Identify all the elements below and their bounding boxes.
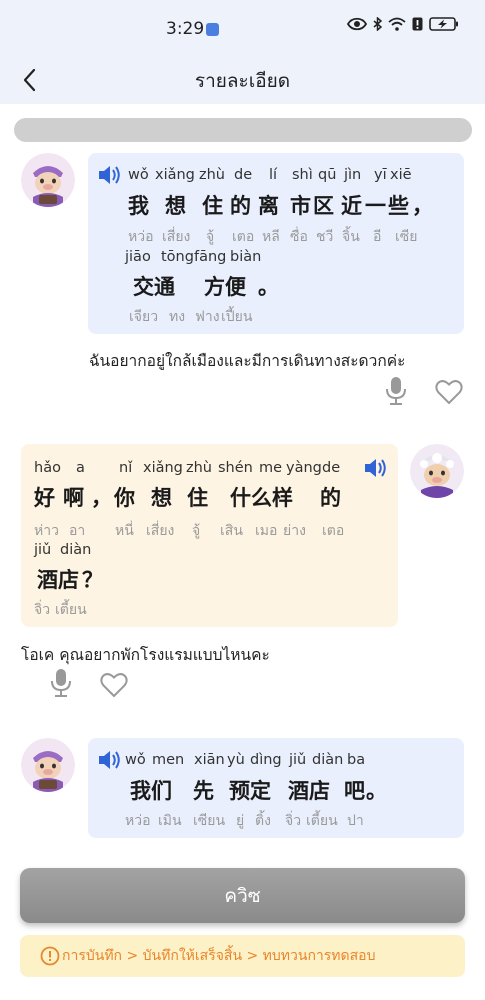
message-bubble-3: wǒ men xiān yù dìng jiǔ diàn ba 我们 先 预定 …	[88, 738, 464, 838]
microphone-icon	[51, 669, 71, 697]
avatar-bot	[21, 153, 75, 207]
heart-icon	[435, 380, 463, 405]
thai-token: ยู่	[236, 813, 245, 829]
thai-token: เซียน	[193, 813, 226, 829]
hint-bar: การบันทึก > บันทึกให้เสร็จสิ้น > ทบทวนกา…	[20, 935, 465, 977]
thai-token: จิ่ว	[34, 602, 51, 618]
page-title: รายละเอียด	[194, 70, 291, 92]
translation-text: โอเค คุณอยากพักโรงแรมแบบไหนคะ	[21, 646, 270, 664]
thai-token: จิ่ว	[285, 813, 302, 829]
thai-token: ทง	[169, 309, 186, 325]
thai-row: หว่อ เมิน เซียน ยู่ ติ้ง จิ่ว เตี้ยน ปา	[88, 738, 464, 838]
heart-icon	[100, 673, 128, 698]
hint-text: การบันทึก > บันทึกให้เสร็จสิ้น > ทบทวนกา…	[62, 948, 376, 964]
app-bar: รายละเอียด	[0, 58, 485, 104]
battery-charging-icon	[429, 17, 458, 31]
favorite-button[interactable]	[434, 376, 464, 408]
eye-icon	[347, 17, 367, 31]
progress-fill	[14, 118, 472, 142]
thai-token: เมิน	[158, 813, 182, 829]
avatar-bot	[21, 738, 75, 792]
progress-bar	[14, 118, 472, 142]
app-notification-icon	[206, 23, 219, 36]
alert-icon	[412, 17, 423, 31]
thai-token: หว่อ	[125, 813, 151, 829]
status-time: 3:29	[166, 19, 205, 39]
thai-token: เตี้ยน	[306, 813, 338, 829]
thai-token: ติ้ง	[255, 813, 271, 829]
status-bar: 3:29	[0, 0, 485, 58]
microphone-button[interactable]	[381, 375, 411, 407]
quiz-button-label: ควิซ	[224, 884, 261, 907]
message-bubble-2: hǎo a nǐ xiǎng zhù shén me yàng de 好 啊 ，…	[21, 444, 398, 627]
microphone-button[interactable]	[46, 667, 76, 699]
thai-token: เจียว	[129, 309, 159, 325]
thai-row: เจียว ทง ฟาง เปี้ยน	[88, 153, 464, 334]
avatar-user	[410, 444, 464, 498]
message-bubble-1: wǒ xiǎng zhù de lí shì qū jìn yī xiē 我 想…	[88, 153, 464, 334]
translation-text: ฉันอยากอยู่ใกล้เมืองและมีการเดินทางสะดวก…	[89, 352, 406, 370]
thai-token: เตี้ยน	[55, 602, 87, 618]
bluetooth-icon	[373, 17, 382, 31]
favorite-button[interactable]	[99, 669, 129, 701]
status-icons	[347, 17, 459, 31]
thai-token: ฟาง	[195, 309, 220, 325]
wifi-icon	[388, 17, 406, 31]
alert-circle-icon	[40, 946, 60, 966]
thai-token: เปี้ยน	[221, 309, 253, 325]
quiz-button[interactable]: ควิซ	[20, 868, 465, 923]
thai-token: ปา	[347, 813, 364, 829]
thai-row: จิ่ว เตี้ยน	[21, 444, 398, 627]
microphone-icon	[386, 377, 406, 405]
